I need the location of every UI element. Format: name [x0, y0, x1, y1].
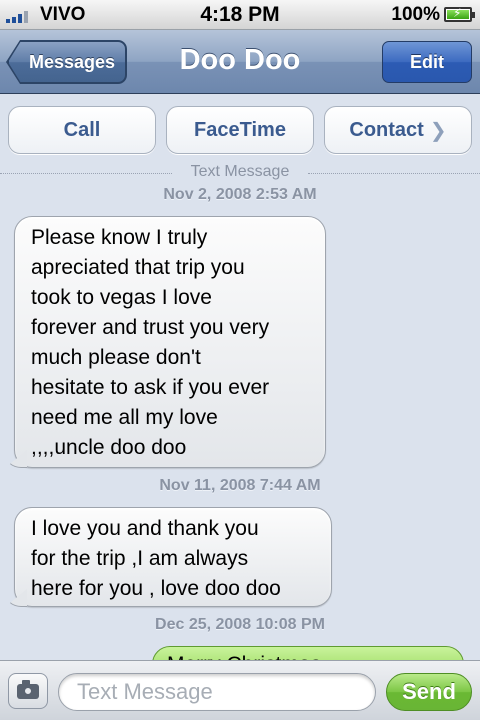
- contact-button[interactable]: Contact ❯: [324, 106, 472, 154]
- call-label: Call: [63, 118, 101, 141]
- message-input[interactable]: [58, 673, 376, 711]
- facetime-button[interactable]: FaceTime: [166, 106, 314, 154]
- bubble-tail: [5, 589, 27, 607]
- message-line: took to vegas I love: [31, 286, 212, 309]
- message-line: ,,,,uncle doo doo: [31, 436, 187, 459]
- divider-left: [0, 173, 172, 174]
- message-timestamp: Nov 11, 2008 7:44 AM: [159, 477, 321, 494]
- message-line: hesitate to ask if you ever: [31, 376, 270, 399]
- navigation-bar: Messages Doo Doo Edit: [0, 30, 480, 94]
- message-line: apreciated that trip you: [31, 256, 245, 279]
- message-timestamp: Dec 25, 2008 10:08 PM: [155, 616, 325, 633]
- message-line: much please don't: [31, 346, 201, 369]
- message-line: for the trip ,I am always: [31, 547, 249, 570]
- charging-bolt-icon: ⚡: [453, 6, 462, 20]
- contact-actions: Call FaceTime Contact ❯: [0, 106, 480, 156]
- thread-header: Text Message: [0, 163, 480, 183]
- edit-button[interactable]: Edit: [382, 41, 472, 83]
- contact-label: Contact: [349, 118, 424, 141]
- send-button[interactable]: Send: [386, 673, 472, 711]
- incoming-message-bubble[interactable]: Please know I truly apreciated that trip…: [5, 216, 326, 468]
- compose-bar: Send: [0, 660, 480, 720]
- facetime-label: FaceTime: [194, 118, 286, 141]
- incoming-message-bubble[interactable]: I love you and thank you for the trip ,I…: [5, 507, 332, 607]
- message-timestamp: Nov 2, 2008 2:53 AM: [163, 186, 317, 203]
- message-line: Please know I truly: [31, 226, 208, 249]
- message-line: forever and trust you very: [31, 316, 270, 339]
- message-line: here for you , love doo doo: [31, 577, 281, 600]
- thread-type-label: Text Message: [190, 163, 290, 180]
- chevron-right-icon: ❯: [429, 119, 447, 142]
- status-bar: VIVO 4:18 PM 100% ⚡: [0, 0, 480, 30]
- battery-percent: 100%: [391, 4, 440, 25]
- call-button[interactable]: Call: [8, 106, 156, 154]
- camera-button[interactable]: [8, 673, 48, 709]
- bubble-tail: [5, 450, 27, 468]
- message-line: I love you and thank you: [31, 517, 259, 540]
- battery-icon: ⚡: [444, 6, 475, 22]
- message-line: need me all my love: [31, 406, 218, 429]
- camera-lens: [23, 686, 33, 696]
- camera-icon: [17, 680, 39, 699]
- divider-right: [308, 173, 480, 174]
